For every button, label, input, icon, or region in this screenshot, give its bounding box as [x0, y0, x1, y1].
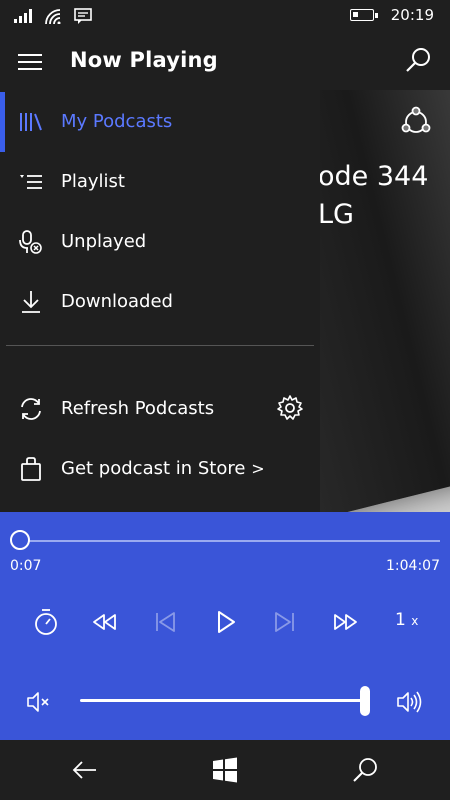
artwork-title: ode 344 LG	[318, 161, 429, 230]
fast-forward-icon[interactable]	[330, 607, 360, 637]
battery-icon	[350, 9, 378, 21]
next-track-icon[interactable]	[270, 607, 300, 637]
drawer-divider	[6, 345, 314, 346]
playlist-icon	[20, 175, 42, 189]
get-podcast-store-link[interactable]: Get podcast in Store >	[0, 439, 320, 499]
signal-icon	[14, 9, 32, 23]
unplayed-icon	[19, 230, 42, 254]
previous-track-icon[interactable]	[150, 607, 180, 637]
status-icons	[14, 7, 92, 25]
nav-item-label: Playlist	[61, 171, 125, 192]
search-icon[interactable]	[404, 46, 432, 74]
rewind-icon[interactable]	[90, 607, 120, 637]
volume-thumb[interactable]	[360, 686, 370, 716]
status-bar: 20:19	[0, 0, 450, 32]
nav-item-downloaded[interactable]: Downloaded	[0, 272, 320, 332]
nav-item-playlist[interactable]: Playlist	[0, 152, 320, 212]
library-icon	[20, 113, 42, 131]
store-bag-icon	[21, 457, 41, 481]
hamburger-menu-icon[interactable]	[18, 54, 42, 70]
volume-icon[interactable]	[395, 688, 423, 716]
chevron-right-icon: >	[251, 459, 265, 478]
current-time: 0:07	[10, 558, 42, 574]
system-nav-bar	[0, 740, 450, 800]
nav-item-unplayed[interactable]: Unplayed	[0, 212, 320, 272]
settings-gear-icon[interactable]	[276, 394, 304, 422]
refresh-label: Refresh Podcasts	[61, 398, 215, 419]
player-panel: 0:07 1:04:07 1 x	[0, 512, 450, 740]
play-icon[interactable]	[210, 607, 240, 637]
wifi-icon	[45, 9, 61, 24]
app-header: Now Playing	[0, 32, 450, 90]
store-label: Get podcast in Store >	[61, 458, 265, 479]
refresh-icon	[21, 398, 41, 420]
nav-item-label: My Podcasts	[61, 111, 173, 132]
navigation-drawer: My Podcasts Playlist Unplayed Downloaded…	[0, 90, 320, 512]
volume-slider[interactable]	[80, 699, 366, 702]
page-title: Now Playing	[70, 48, 218, 72]
share-icon[interactable]	[400, 106, 432, 138]
windows-start-icon[interactable]	[210, 755, 240, 785]
nav-item-label: Downloaded	[61, 291, 173, 312]
mute-icon[interactable]	[25, 688, 53, 716]
nav-item-my-podcasts[interactable]: My Podcasts	[0, 92, 320, 152]
playback-speed-button[interactable]: 1 x	[395, 610, 418, 630]
sleep-timer-icon[interactable]	[31, 607, 61, 637]
nav-item-label: Unplayed	[61, 231, 147, 252]
seek-thumb[interactable]	[10, 530, 30, 550]
total-time: 1:04:07	[386, 558, 440, 574]
search-icon[interactable]	[350, 755, 380, 785]
back-arrow-icon[interactable]	[70, 755, 100, 785]
message-icon	[74, 8, 92, 24]
clock: 20:19	[390, 6, 434, 24]
seek-bar[interactable]	[20, 540, 440, 542]
refresh-podcasts-button[interactable]: Refresh Podcasts	[0, 379, 320, 439]
download-icon	[22, 291, 40, 313]
